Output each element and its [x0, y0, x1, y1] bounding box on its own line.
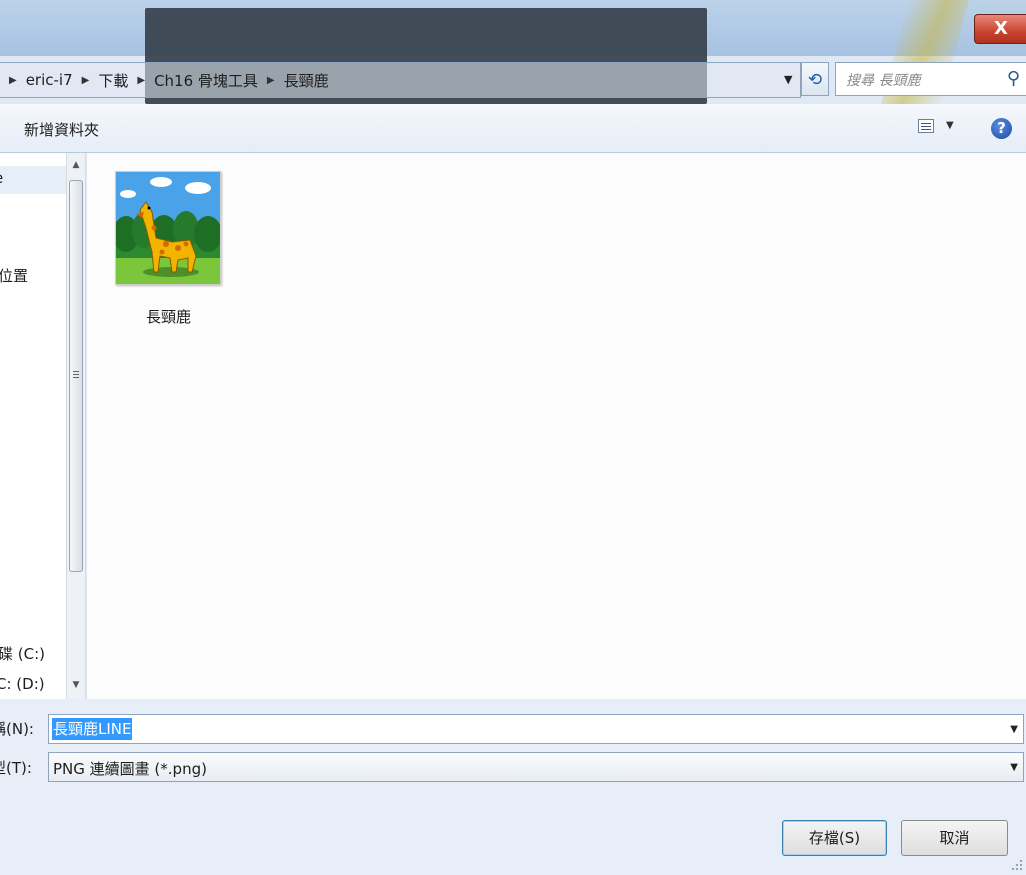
- close-button[interactable]: X: [974, 14, 1026, 44]
- filetype-select[interactable]: PNG 連續圖畫 (*.png) ▼: [48, 752, 1024, 782]
- filename-value[interactable]: 長頸鹿LINE: [52, 718, 133, 740]
- nav-item-drive-d[interactable]: C: (D:): [0, 675, 45, 693]
- breadcrumb: ▶ eric-i7 ▶ 下載 ▶ Ch16 骨塊工具 ▶ 長頸鹿: [0, 63, 329, 97]
- save-button[interactable]: 存檔(S): [782, 820, 887, 856]
- nav-item[interactable]: e: [0, 169, 3, 187]
- cancel-button[interactable]: 取消: [901, 820, 1008, 856]
- chevron-down-icon[interactable]: ▼: [1010, 762, 1018, 773]
- refresh-button[interactable]: ⟲: [801, 62, 829, 96]
- breadcrumb-item[interactable]: Ch16 骨塊工具: [154, 70, 258, 91]
- search-icon[interactable]: ⚲: [1007, 68, 1020, 89]
- filetype-label: 類型(T):: [0, 759, 32, 777]
- breadcrumb-item[interactable]: 長頸鹿: [284, 70, 329, 91]
- scroll-up-icon[interactable]: ▲: [67, 155, 85, 175]
- address-bar[interactable]: ▶ eric-i7 ▶ 下載 ▶ Ch16 骨塊工具 ▶ 長頸鹿 ▼: [0, 62, 801, 98]
- scrollbar-thumb[interactable]: [69, 180, 83, 572]
- chevron-down-icon[interactable]: ▼: [946, 120, 954, 131]
- grip-icon: [73, 371, 79, 372]
- filename-field[interactable]: 長頸鹿LINE ▼: [48, 714, 1024, 744]
- chevron-right-icon[interactable]: ▶: [267, 75, 275, 86]
- nav-scrollbar[interactable]: ▲ ▼: [66, 153, 86, 699]
- nav-item[interactable]: 位置: [0, 265, 28, 286]
- new-folder-button[interactable]: 新增資料夾: [24, 119, 99, 140]
- chevron-right-icon[interactable]: ▶: [9, 75, 17, 86]
- breadcrumb-item[interactable]: eric-i7: [26, 71, 73, 89]
- file-list: 長頸鹿: [87, 153, 1026, 699]
- navigation-pane: e 位置 l 碟 (C:) C: (D:): [0, 153, 66, 699]
- toolbar: 新增資料夾 ▼: [0, 104, 1026, 153]
- filename-label: 名稱(N):: [0, 720, 34, 738]
- scroll-down-icon[interactable]: ▼: [67, 675, 85, 695]
- nav-item-drive-c[interactable]: 碟 (C:): [0, 643, 45, 664]
- chevron-down-icon[interactable]: ▼: [1010, 724, 1018, 735]
- view-options-icon[interactable]: [918, 119, 934, 133]
- help-button[interactable]: ?: [991, 118, 1012, 139]
- giraffe-thumbnail: [113, 171, 222, 285]
- search-placeholder: 搜尋 長頸鹿: [846, 73, 921, 89]
- chevron-down-icon[interactable]: ▼: [784, 73, 792, 86]
- resize-grip-icon[interactable]: [1012, 860, 1024, 872]
- file-name[interactable]: 長頸鹿: [111, 306, 226, 327]
- file-item[interactable]: 長頸鹿: [111, 168, 226, 326]
- chevron-right-icon[interactable]: ▶: [137, 75, 145, 86]
- nav-selection-highlight: [0, 166, 66, 194]
- refresh-icon: ⟲: [807, 70, 823, 90]
- filetype-value: PNG 連續圖畫 (*.png): [53, 760, 207, 778]
- search-input[interactable]: 搜尋 長頸鹿 ⚲: [835, 62, 1026, 96]
- breadcrumb-item[interactable]: 下載: [98, 70, 128, 91]
- chevron-right-icon[interactable]: ▶: [82, 75, 90, 86]
